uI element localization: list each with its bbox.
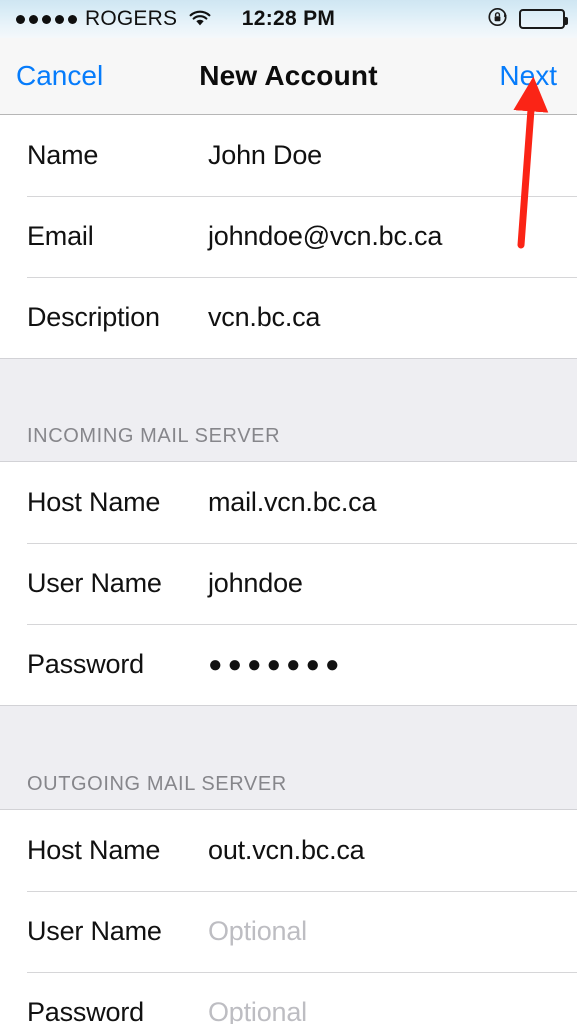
row-value[interactable]: johndoe@vcn.bc.ca [208, 221, 442, 252]
row-masked-value[interactable]: ●●●●●●● [208, 651, 344, 679]
table-row[interactable]: Email johndoe@vcn.bc.ca [0, 196, 577, 277]
section-header: OUTGOING MAIL SERVER [0, 705, 577, 810]
row-label: Password [27, 997, 144, 1024]
row-value[interactable]: John Doe [208, 140, 322, 171]
table-row[interactable]: User Name johndoe [0, 543, 577, 624]
status-bar-left: ROGERS [12, 7, 212, 31]
navigation-bar: Cancel New Account Next [0, 38, 577, 115]
row-label: Name [27, 140, 99, 170]
wifi-icon [188, 10, 212, 28]
row-placeholder[interactable]: Optional [208, 997, 307, 1024]
battery-full-icon [519, 9, 568, 29]
table-row[interactable]: Password Optional [0, 972, 577, 1024]
row-value[interactable]: mail.vcn.bc.ca [208, 487, 376, 518]
section-header-label: OUTGOING MAIL SERVER [27, 773, 287, 795]
table-row[interactable]: User Name Optional [0, 891, 577, 972]
ios-screen: ROGERS 12:28 PM Cancel New Account Next … [0, 0, 577, 1024]
clock-label: 12:28 PM [241, 7, 336, 30]
table-row[interactable]: Password ●●●●●●● [0, 624, 577, 705]
table-row[interactable]: Name John Doe [0, 115, 577, 196]
row-value[interactable]: vcn.bc.ca [208, 302, 320, 333]
row-placeholder[interactable]: Optional [208, 916, 307, 947]
row-value[interactable]: out.vcn.bc.ca [208, 835, 365, 866]
page-title: New Account [199, 60, 378, 91]
row-label: Host Name [27, 487, 161, 517]
row-label: Description [27, 302, 160, 332]
section-header-label: INCOMING MAIL SERVER [27, 425, 281, 447]
table-row[interactable]: Description vcn.bc.ca [0, 277, 577, 358]
row-label: Host Name [27, 835, 161, 865]
row-label: User Name [27, 568, 162, 598]
row-label: Email [27, 221, 94, 251]
row-value[interactable]: johndoe [208, 568, 303, 599]
row-label: User Name [27, 916, 162, 946]
next-button[interactable]: Next [499, 60, 557, 92]
status-bar-right [487, 6, 568, 33]
account-settings-table: Name John Doe Email johndoe@vcn.bc.ca Descri… [0, 115, 577, 1024]
section-header: INCOMING MAIL SERVER [0, 358, 577, 462]
row-label: Password [27, 649, 144, 679]
rotation-lock-icon [487, 6, 509, 33]
carrier-label: ROGERS [85, 7, 178, 30]
signal-strength-icon [16, 14, 77, 24]
table-row[interactable]: Host Name out.vcn.bc.ca [0, 810, 577, 891]
table-row[interactable]: Host Name mail.vcn.bc.ca [0, 462, 577, 543]
status-bar: ROGERS 12:28 PM [0, 0, 577, 38]
